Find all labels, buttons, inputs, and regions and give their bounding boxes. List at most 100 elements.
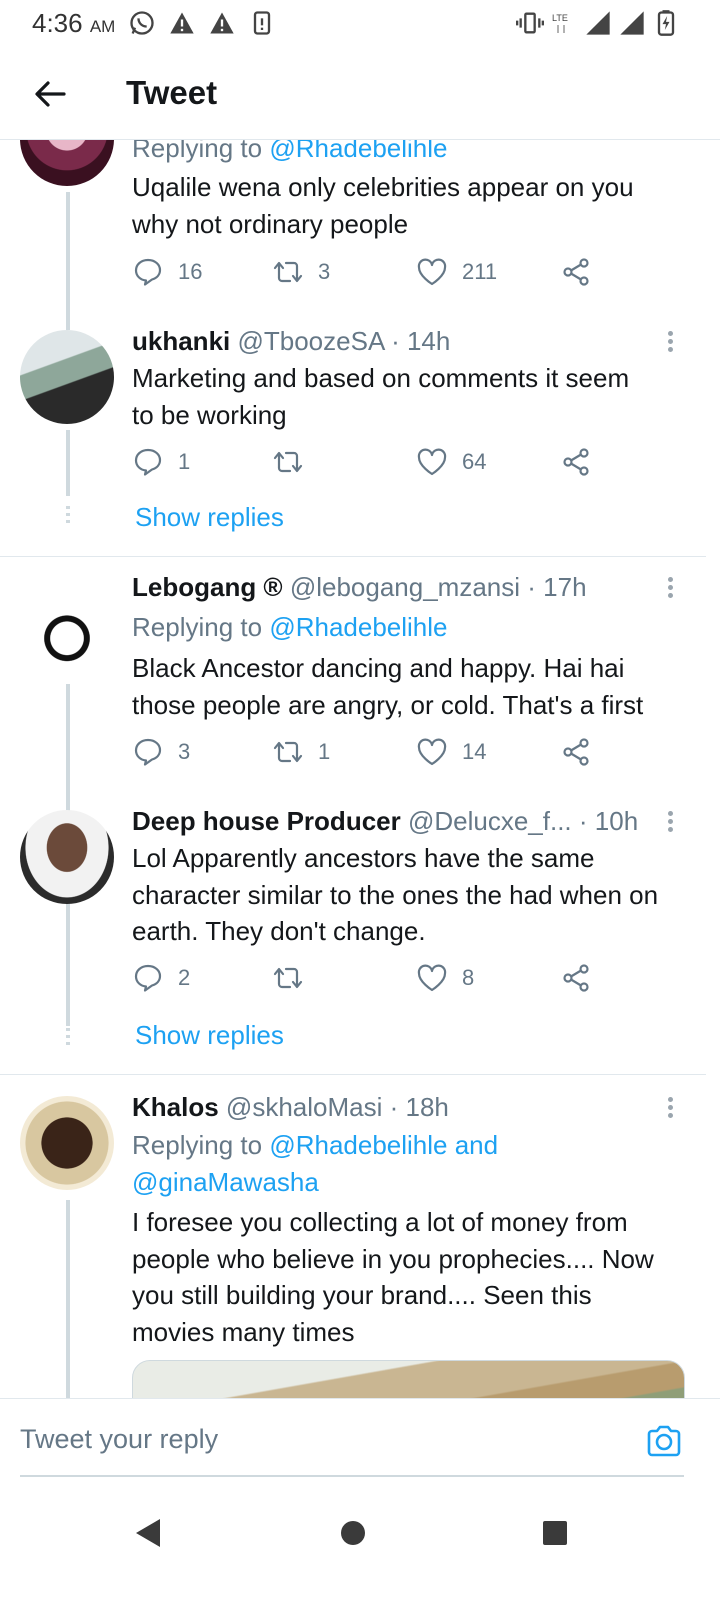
like-count: 64 xyxy=(462,449,487,474)
reply-icon xyxy=(134,448,162,476)
reply-button[interactable]: 3 xyxy=(132,736,190,768)
avatar[interactable] xyxy=(20,810,114,904)
author-name[interactable]: ukhanki xyxy=(132,326,230,356)
divider xyxy=(0,1074,706,1075)
share-icon xyxy=(563,738,589,766)
show-replies-link[interactable]: Show replies xyxy=(135,502,284,533)
more-options-button[interactable] xyxy=(660,1094,680,1126)
heart-icon xyxy=(417,448,447,476)
reply-count: 16 xyxy=(178,259,203,284)
lte-icon: LTE xyxy=(552,13,568,33)
lte-label: LTE xyxy=(552,13,568,23)
tweet-text-line: Marketing and based on comments it seem xyxy=(132,363,630,393)
tweet-feed[interactable]: Replying to @Rhadebelihle Uqalile wena o… xyxy=(0,140,720,1398)
tweet-time: · 10h xyxy=(578,806,639,836)
heart-icon xyxy=(417,738,447,766)
show-replies-link[interactable]: Show replies xyxy=(135,1020,284,1051)
alert-icon xyxy=(210,12,234,34)
author-handle[interactable]: @lebogang_mzansi xyxy=(290,572,520,602)
reply-input-underline xyxy=(20,1475,684,1477)
app-header: Tweet xyxy=(0,46,720,140)
share-button[interactable] xyxy=(560,446,606,478)
reply-button[interactable]: 16 xyxy=(132,256,202,288)
share-button[interactable] xyxy=(560,256,606,288)
nav-home-icon[interactable] xyxy=(328,1508,378,1558)
like-button[interactable]: 211 xyxy=(416,256,497,288)
heart-icon xyxy=(417,258,447,286)
tweet-text-line: Black Ancestor dancing and happy. Hai ha… xyxy=(132,653,625,683)
tweet-text-line: movies many times xyxy=(132,1316,355,1347)
status-time-value: 4:36 xyxy=(32,8,83,38)
tweet-text-line: to be working xyxy=(132,399,287,430)
author-name[interactable]: Lebogang ® xyxy=(132,572,283,602)
retweet-button[interactable]: 3 xyxy=(272,256,330,288)
replying-to: Replying to @Rhadebelihle xyxy=(132,609,448,646)
more-options-button[interactable] xyxy=(660,574,680,606)
replying-to-label: Replying to xyxy=(132,612,263,642)
tweet-header: Lebogang ® @lebogang_mzansi · 17h xyxy=(132,572,690,603)
share-button[interactable] xyxy=(560,962,606,994)
retweet-count: 1 xyxy=(318,739,331,764)
signal-icon xyxy=(620,11,644,35)
camera-icon[interactable] xyxy=(644,1421,684,1461)
tweet-text-line: those people are angry, or cold. That's … xyxy=(132,689,644,720)
nav-recents-icon[interactable] xyxy=(530,1508,580,1558)
retweet-icon xyxy=(273,967,303,989)
retweet-icon xyxy=(273,451,303,473)
tweet-media-image[interactable] xyxy=(132,1360,685,1398)
reply-composer xyxy=(0,1398,720,1480)
arrow-left-icon[interactable] xyxy=(30,74,70,114)
heart-icon xyxy=(417,964,447,992)
author-handle[interactable]: @TboozeSA xyxy=(237,326,383,356)
signal-icon xyxy=(586,11,610,35)
retweet-count: 3 xyxy=(318,259,331,284)
thread-dots xyxy=(66,1028,70,1048)
retweet-button[interactable] xyxy=(272,446,318,478)
avatar[interactable] xyxy=(20,140,114,186)
like-button[interactable]: 14 xyxy=(416,736,486,768)
mention-link[interactable]: @Rhadebelihle xyxy=(269,612,447,642)
reply-button[interactable]: 2 xyxy=(132,962,190,994)
system-nav-bar xyxy=(0,1480,720,1600)
reply-input[interactable] xyxy=(20,1417,620,1461)
mention-link[interactable]: @Rhadebelihle xyxy=(269,140,447,163)
status-left-icons xyxy=(128,9,276,37)
tweet-text-line: people who believe in you prophecies....… xyxy=(132,1243,654,1274)
avatar[interactable] xyxy=(20,580,114,674)
tweet-text: Lol Apparently ancestors have the same c… xyxy=(132,840,692,950)
share-icon xyxy=(563,448,589,476)
more-options-button[interactable] xyxy=(660,808,680,840)
divider xyxy=(0,556,706,557)
mention-link[interactable]: @ginaMawasha xyxy=(132,1164,498,1201)
tweet-text-line: character similar to the ones the had wh… xyxy=(132,879,659,910)
thread-line xyxy=(66,1200,70,1398)
thread-dots xyxy=(66,506,70,526)
more-options-button[interactable] xyxy=(660,328,680,360)
retweet-button[interactable]: 1 xyxy=(272,736,330,768)
retweet-icon xyxy=(273,741,303,763)
sim-icon xyxy=(253,11,271,35)
retweet-button[interactable] xyxy=(272,962,318,994)
reply-button[interactable]: 1 xyxy=(132,446,190,478)
like-button[interactable]: 64 xyxy=(416,446,486,478)
avatar[interactable] xyxy=(20,330,114,424)
author-handle[interactable]: @skhaloMasi xyxy=(226,1092,382,1122)
reply-count: 1 xyxy=(178,449,191,474)
author-handle[interactable]: @Delucxe_f... xyxy=(408,806,572,836)
share-button[interactable] xyxy=(560,736,606,768)
status-right-icons: LTE xyxy=(516,9,680,37)
like-button[interactable]: 8 xyxy=(416,962,474,994)
tweet-text-line: I foresee you collecting a lot of money … xyxy=(132,1207,628,1237)
tweet-text-line: earth. They don't change. xyxy=(132,916,426,946)
replying-to-label: Replying to xyxy=(132,140,263,163)
tweet-text: Uqalile wena only celebrities appear on … xyxy=(132,169,692,242)
avatar[interactable] xyxy=(20,1096,114,1190)
alert-icon xyxy=(170,12,194,34)
reply-icon xyxy=(134,738,162,766)
author-name[interactable]: Deep house Producer xyxy=(132,806,401,836)
author-name[interactable]: Khalos xyxy=(132,1092,219,1122)
status-time-ampm: AM xyxy=(89,17,116,36)
nav-back-icon[interactable] xyxy=(124,1508,174,1558)
mention-link[interactable]: @Rhadebelihle and xyxy=(269,1130,498,1160)
vibrate-icon xyxy=(516,12,544,34)
